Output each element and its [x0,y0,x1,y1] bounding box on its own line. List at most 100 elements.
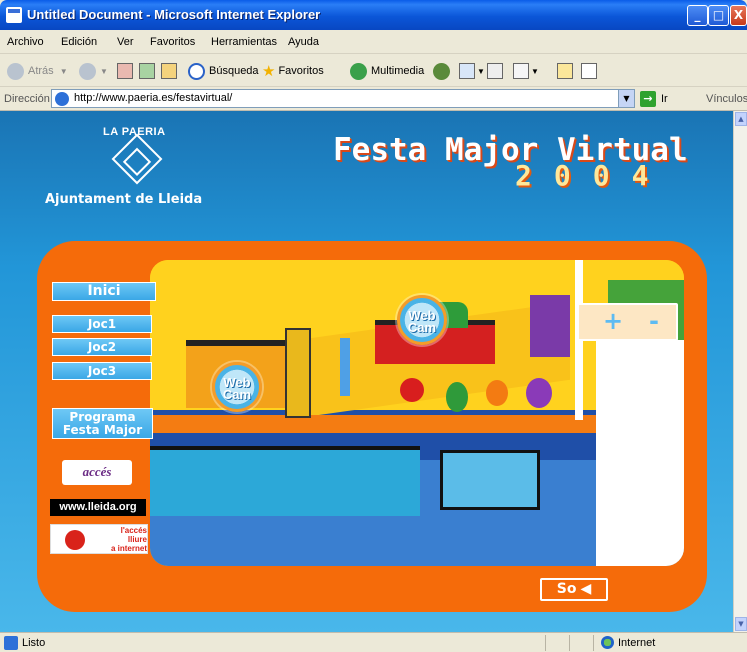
multimedia-button[interactable]: Multimedia [350,60,424,82]
nav-joc3[interactable]: Joc3 [52,362,152,380]
address-dropdown-icon[interactable]: ▼ [618,90,634,107]
bridge-arches [440,450,540,510]
acces-logo[interactable]: accés [62,460,132,485]
stop-button[interactable] [117,60,133,82]
menu-herramientas[interactable]: Herramientas [211,36,277,48]
webcam-line2: Cam [407,320,437,335]
toolbar: Atrás ▼ ▼ Búsqueda ★ Favoritos Multimedi… [0,55,747,87]
menu-ayuda[interactable]: Ayuda [288,36,319,48]
nav-inici[interactable]: Inici [52,282,156,301]
folder-icon [557,63,573,79]
white-wall [596,340,684,566]
status-divider [545,635,546,651]
zoom-in-button[interactable]: + [603,307,623,335]
webcam-line2: Cam [222,387,252,402]
minimize-button[interactable]: _ [687,5,708,26]
menu-favoritos[interactable]: Favoritos [150,36,195,48]
title-bar[interactable]: Untitled Document - Microsoft Internet E… [0,0,747,30]
favorites-button[interactable]: ★ Favoritos [262,60,324,82]
purple-building [530,295,570,357]
menu-ver[interactable]: Ver [117,36,134,48]
search-label: Búsqueda [209,65,259,77]
nav-programa-festa-major[interactable]: Programa Festa Major [52,408,153,439]
nav-joc2[interactable]: Joc2 [52,338,152,356]
address-url: http://www.paeria.es/festavirtual/ [74,92,233,104]
star-icon: ★ [262,63,276,80]
page-content: LA PAERIA Ajuntament de Lleida Festa Maj… [0,111,733,632]
zoom-out-button[interactable]: - [649,307,659,335]
word-icon [513,63,529,79]
menu-archivo[interactable]: Archivo [7,36,44,48]
page-icon [4,636,18,650]
go-button[interactable]: Ir [661,93,668,105]
paeria-logo-text: Ajuntament de Lleida [45,192,203,207]
history-button[interactable] [433,60,454,82]
multimedia-label: Multimedia [371,65,425,77]
nav-joc1[interactable]: Joc1 [52,315,152,333]
print-icon [487,63,503,79]
edit-button[interactable]: ▼ [513,60,539,82]
scroll-down-icon[interactable]: ▼ [735,617,747,631]
mail-dropdown-icon: ▼ [477,66,485,76]
status-divider [569,635,570,651]
maximize-button[interactable]: □ [708,5,729,26]
messenger-button[interactable] [581,60,597,82]
tagline-line1: l'accés [120,526,147,535]
tower-left [285,328,311,418]
telecentro-mark-icon [53,530,93,550]
sound-label: So [556,581,577,597]
ie-page-icon [55,92,69,106]
spire [340,338,350,396]
home-icon [161,63,177,79]
mail-icon [459,63,475,79]
stop-icon [117,63,133,79]
mail-button[interactable]: ▼ [459,60,485,82]
status-text: Listo [22,637,46,649]
tree-purple [526,378,552,408]
messenger-icon [581,63,597,79]
address-input[interactable]: http://www.paeria.es/festavirtual/ ▼ [51,89,635,108]
scroll-up-icon[interactable]: ▲ [735,112,747,126]
zoom-controls: + - [577,303,678,341]
forward-button[interactable]: ▼ [79,60,108,82]
history-icon [433,62,450,80]
search-icon [188,62,205,80]
back-arrow-icon [7,62,24,80]
tagline-line3: a internet [110,544,147,553]
tree-orange [486,380,508,406]
sound-toggle-button[interactable]: So ◀ [540,578,608,601]
security-zone: Internet [618,637,656,649]
links-button[interactable]: Vínculos [706,93,747,105]
telecentro-tagline: l'accés lliure a internet [101,526,147,553]
status-bar: Listo Internet [0,632,747,652]
speaker-icon: ◀ [580,581,592,597]
programa-line2: Festa Major [62,423,143,437]
telecentro-logo[interactable]: l'accés lliure a internet [50,524,148,554]
back-label: Atrás [28,65,54,77]
webcam-button[interactable]: Web Cam [397,295,447,345]
discuss-button[interactable] [557,60,573,82]
festa-year: 2004 [515,159,671,192]
refresh-icon [139,63,155,79]
window-title: Untitled Document - Microsoft Internet E… [27,7,321,22]
tree-red [400,378,424,402]
close-button[interactable]: X [730,5,747,26]
tree-green [446,382,468,412]
go-arrow-icon[interactable]: → [640,91,656,107]
print-button[interactable] [487,60,503,82]
vertical-scrollbar[interactable]: ▲ ▼ [733,111,747,632]
lleida-org-link[interactable]: www.lleida.org [50,499,146,516]
home-button[interactable] [161,60,177,82]
tagline-line2: lliure [127,535,147,544]
internet-globe-icon [601,636,614,649]
menu-edicion[interactable]: Edición [61,36,97,48]
webcam-button[interactable]: Web Cam [212,362,262,412]
edit-dropdown-icon: ▼ [531,66,539,76]
search-button[interactable]: Búsqueda [188,60,259,82]
back-button[interactable]: Atrás ▼ [7,60,68,82]
address-bar: Dirección http://www.paeria.es/festavirt… [0,87,747,111]
browser-window: Untitled Document - Microsoft Internet E… [0,0,747,652]
refresh-button[interactable] [139,60,155,82]
ie-document-icon [6,7,22,23]
forward-dropdown-icon: ▼ [100,66,108,76]
